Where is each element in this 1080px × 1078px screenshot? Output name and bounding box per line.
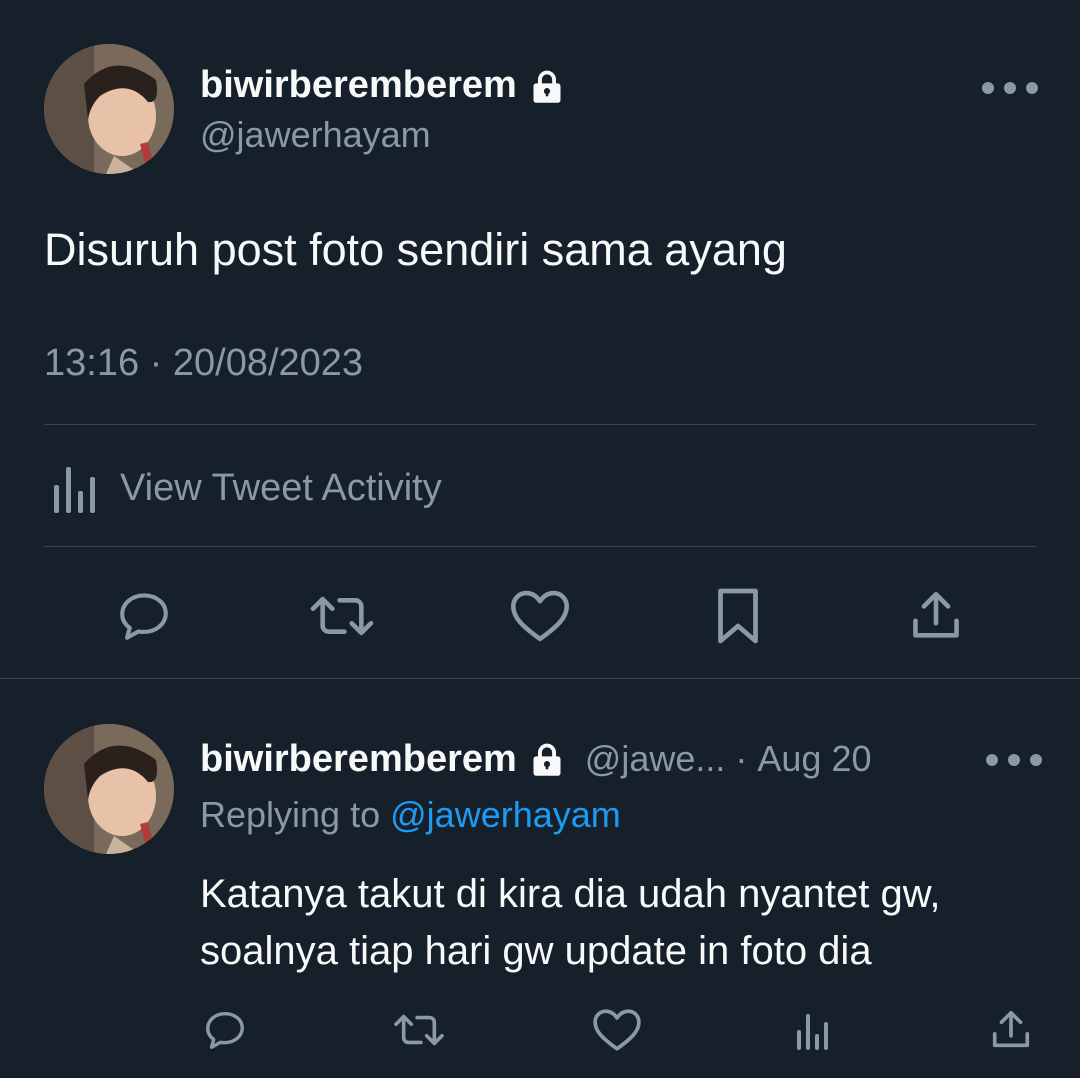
more-icon[interactable] xyxy=(986,750,1042,770)
lock-icon xyxy=(531,741,563,777)
retweet-icon[interactable] xyxy=(306,584,378,648)
reply-avatar[interactable] xyxy=(44,724,174,854)
share-icon[interactable] xyxy=(982,1006,1040,1054)
reply-icon[interactable] xyxy=(196,1006,254,1054)
reply-text-line: soalnya tiap hari gw update in foto dia xyxy=(200,929,872,973)
reply-date[interactable]: Aug 20 xyxy=(757,738,871,780)
reply-text: Katanya takut di kira dia udah nyantet g… xyxy=(200,866,1060,980)
share-icon[interactable] xyxy=(900,584,972,648)
avatar-photo xyxy=(44,724,174,854)
meta-separator: · xyxy=(735,738,748,779)
analytics-icon xyxy=(44,463,102,513)
reply-text-line: Katanya takut di kira dia udah nyantet g… xyxy=(200,872,941,916)
handle[interactable]: @jawerhayam xyxy=(200,114,431,156)
divider xyxy=(44,424,1036,425)
tweet-timestamp[interactable]: 13:16 · 20/08/2023 xyxy=(44,342,363,385)
display-name-text: biwirberemberem xyxy=(200,64,517,106)
divider xyxy=(0,678,1080,679)
lock-icon xyxy=(531,68,563,104)
display-name[interactable]: biwirberemberem xyxy=(200,64,563,107)
reply-icon[interactable] xyxy=(108,584,180,648)
divider xyxy=(44,546,1036,547)
bookmark-icon[interactable] xyxy=(702,584,774,648)
reply-display-name[interactable]: biwirberemberem xyxy=(200,738,563,781)
reply-handle[interactable]: @jawe... xyxy=(585,738,726,780)
analytics-icon[interactable] xyxy=(784,1006,842,1054)
avatar-photo xyxy=(44,44,174,174)
view-tweet-activity-label: View Tweet Activity xyxy=(120,466,442,509)
retweet-icon[interactable] xyxy=(390,1006,448,1054)
reply-display-name-text: biwirberemberem xyxy=(200,737,517,780)
replying-to-label: Replying to xyxy=(200,794,381,835)
tweet-text: Disuruh post foto sendiri sama ayang xyxy=(44,224,787,275)
view-tweet-activity-button[interactable]: View Tweet Activity xyxy=(44,438,644,538)
like-icon[interactable] xyxy=(504,584,576,648)
avatar[interactable] xyxy=(44,44,174,174)
replying-to: Replying to @jawerhayam xyxy=(200,794,621,836)
like-icon[interactable] xyxy=(588,1006,646,1054)
reply-header: biwirberemberem @jawe... · Aug 20 xyxy=(200,736,872,782)
more-icon[interactable] xyxy=(982,78,1038,98)
replying-to-mention[interactable]: @jawerhayam xyxy=(390,794,621,835)
